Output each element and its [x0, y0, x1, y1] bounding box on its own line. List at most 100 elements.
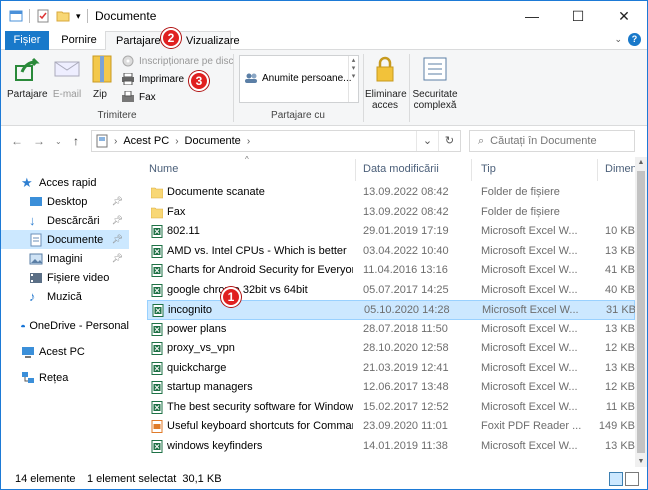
nav-item-desktop[interactable]: Desktop 📌︎ — [1, 192, 129, 211]
breadcrumb-chevron-icon[interactable]: › — [175, 136, 178, 147]
file-type: Microsoft Excel W... — [481, 225, 578, 237]
vertical-scrollbar[interactable]: ▲ ▼ — [635, 157, 647, 467]
nav-onedrive[interactable]: OneDrive - Personal — [1, 316, 129, 335]
nav-item-label: Documente — [47, 233, 104, 246]
column-divider[interactable] — [471, 159, 472, 181]
nav-item-music[interactable]: ♪ Muzică — [1, 287, 129, 306]
table-row[interactable]: proxy_vs_vpn 28.10.2020 12:58 Microsoft Ex… — [147, 339, 635, 359]
file-date: 05.07.2017 14:25 — [363, 283, 449, 296]
nav-this-pc-label: Acest PC — [39, 345, 85, 358]
customize-qat-chevron-icon[interactable]: ▾ — [76, 11, 81, 22]
column-divider[interactable] — [355, 159, 356, 181]
breadcrumb-chevron-icon[interactable]: › — [114, 136, 117, 147]
file-date: 28.10.2020 12:58 — [363, 342, 449, 354]
window-controls: — ☐ ✕ — [509, 1, 647, 31]
share-button[interactable]: Partajare — [7, 54, 48, 100]
burn-to-disc-button[interactable]: Inscripționare pe disc — [121, 55, 234, 67]
address-dropdown-icon[interactable]: ⌄ — [416, 131, 438, 151]
nav-item-pictures[interactable]: Imagini 📌︎ — [1, 249, 129, 268]
nav-item-documents[interactable]: Documente 📌︎ — [1, 230, 129, 249]
column-type[interactable]: Tip — [481, 163, 496, 175]
file-date: 12.06.2017 13:48 — [363, 381, 449, 393]
help-icon[interactable]: ? — [628, 33, 641, 46]
recent-locations-chevron-icon[interactable]: ⌄ — [55, 137, 62, 146]
file-type: Microsoft Excel W... — [481, 400, 578, 413]
column-date[interactable]: Data modificării — [363, 163, 439, 175]
email-button[interactable]: E-mail — [51, 54, 83, 100]
column-name[interactable]: Nume — [149, 163, 178, 175]
column-divider[interactable] — [597, 159, 598, 181]
tab-view-label[interactable]: Vizualizare — [186, 32, 240, 51]
details-view-icon[interactable] — [609, 472, 623, 486]
zip-button[interactable]: Zip — [87, 54, 113, 100]
status-bar: 14 elemente 1 element selectat 30,1 KB — [1, 469, 647, 489]
table-row[interactable]: quickcharge 21.03.2019 12:41 Microsoft Exc… — [147, 359, 635, 379]
tab-home[interactable]: Pornire — [53, 31, 105, 50]
fax-button[interactable]: Fax — [121, 91, 156, 103]
folder-row[interactable]: Documente scanate 13.09.2022 08:42 Folder … — [147, 183, 635, 203]
up-arrow-icon[interactable]: ↑ — [73, 134, 79, 148]
minimize-button[interactable]: — — [509, 1, 555, 31]
tab-share-label: Partajare — [116, 35, 161, 47]
pin-icon[interactable]: 📌︎ — [112, 253, 123, 264]
nav-this-pc[interactable]: Acest PC — [1, 342, 129, 361]
nav-network[interactable]: Rețea — [1, 368, 129, 387]
file-name: google chrome 32bit vs 64bit — [167, 283, 308, 296]
tab-file[interactable]: Fișier — [5, 31, 49, 50]
breadcrumb-documents[interactable]: Documente — [185, 135, 241, 147]
pin-icon[interactable]: 📌︎ — [112, 234, 123, 245]
file-size: 149 KB — [598, 420, 635, 432]
file-type: Microsoft Excel W... — [481, 381, 578, 393]
nav-quick-access[interactable]: ★ Acces rapid — [1, 173, 129, 192]
breadcrumb-chevron-icon[interactable]: › — [247, 136, 250, 147]
address-row: ← → ⌄ ↑ › Acest PC › Documente › ⌄ ↻ ⌕ C… — [1, 128, 647, 155]
breadcrumb-this-pc[interactable]: Acest PC — [123, 135, 169, 147]
search-box[interactable]: ⌕ Căutați în Documente — [469, 130, 635, 152]
file-date: 21.03.2019 12:41 — [363, 361, 449, 374]
excel-file-icon — [151, 361, 163, 375]
table-row[interactable]: 802.11 29.01.2019 17:19 Microsoft Excel W.… — [147, 222, 635, 242]
pin-icon[interactable]: 📌︎ — [112, 196, 123, 207]
maximize-button[interactable]: ☐ — [555, 1, 601, 31]
excel-file-icon — [151, 381, 163, 394]
table-row[interactable]: Charts for Android Security for Everyone… — [147, 261, 635, 281]
file-date: 05.10.2020 14:28 — [364, 304, 450, 316]
folder-icon — [151, 187, 163, 199]
share-with-gallery[interactable]: Anumite persoane... ▴ ▾ ▾ — [239, 55, 359, 103]
advanced-security-button[interactable]: Securitate complexă — [411, 54, 459, 111]
address-bar[interactable]: › Acest PC › Documente › ⌄ ↻ — [91, 130, 461, 152]
scrollbar-thumb[interactable] — [637, 171, 645, 453]
specific-people-item[interactable]: Anumite persoane... — [244, 72, 352, 84]
close-button[interactable]: ✕ — [601, 1, 647, 31]
scroll-down-icon[interactable]: ▼ — [635, 458, 647, 465]
expand-ribbon-chevron-icon[interactable]: ⌄ — [614, 34, 622, 45]
file-name: Fax — [167, 205, 186, 218]
print-button[interactable]: Imprimare — [121, 73, 184, 85]
nav-item-videos[interactable]: Fișiere video — [1, 268, 129, 287]
table-row[interactable]: Useful keyboard shortcuts for Command...… — [147, 417, 635, 437]
back-arrow-icon[interactable]: ← — [11, 134, 23, 148]
folder-row[interactable]: Fax 13.09.2022 08:42 Folder de fișiere — [147, 203, 635, 223]
remove-access-button[interactable]: Eliminare acces — [365, 54, 407, 111]
scroll-up-icon[interactable]: ▲ — [635, 159, 647, 166]
table-row[interactable]: windows keyfinders 14.01.2019 11:38 Micros… — [147, 437, 635, 457]
refresh-icon[interactable]: ↻ — [438, 131, 460, 151]
table-row[interactable]: AMD vs. Intel CPUs - Which is better 03.0… — [147, 242, 635, 262]
new-folder-icon[interactable] — [56, 9, 70, 23]
forward-arrow-icon[interactable]: → — [33, 134, 45, 148]
email-icon — [54, 61, 80, 77]
table-row[interactable]: The best security software for Windows i… — [147, 398, 635, 418]
properties-icon[interactable] — [36, 9, 50, 23]
gallery-scroll[interactable]: ▴ ▾ ▾ — [348, 56, 358, 102]
nav-item-downloads[interactable]: ↓ Descărcări 📌︎ — [1, 211, 129, 230]
large-icons-view-icon[interactable] — [625, 472, 639, 486]
table-row[interactable]: incognito 05.10.2020 14:28 Microsoft Excel… — [147, 300, 636, 320]
nav-item-label: Muzică — [47, 290, 82, 303]
pin-icon[interactable]: 📌︎ — [112, 215, 123, 226]
file-date: 11.04.2016 13:16 — [363, 264, 448, 276]
table-row[interactable]: power plans 28.07.2018 11:50 Microsoft Exc… — [147, 320, 635, 340]
table-row[interactable]: startup managers 12.06.2017 13:48 Microsof… — [147, 378, 635, 398]
file-name: startup managers — [167, 381, 253, 393]
file-type: Microsoft Excel W... — [481, 283, 578, 296]
file-size: 41 KB — [605, 264, 635, 276]
